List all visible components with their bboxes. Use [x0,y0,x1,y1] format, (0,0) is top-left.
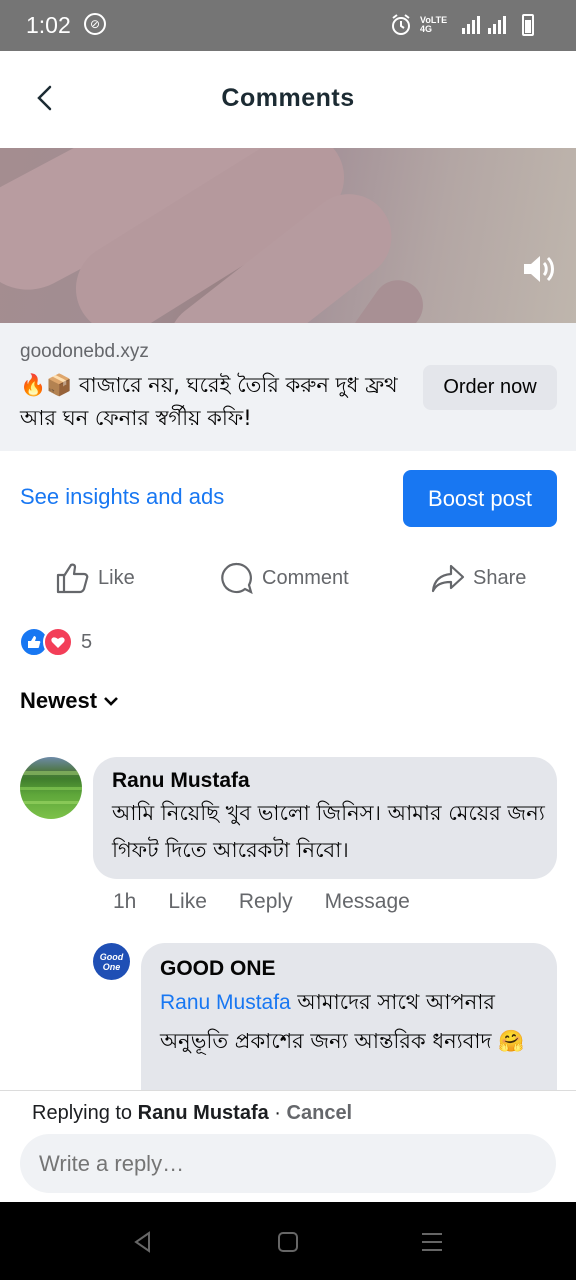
reply-text: Ranu Mustafa আমাদের সাথে আপনার অনুভূতি প… [160,983,540,1060]
like-button[interactable]: Like [56,560,135,596]
page-avatar-logo-text: Good One [99,951,124,972]
boost-post-button[interactable]: Boost post [403,470,557,527]
see-insights-link[interactable]: See insights and ads [20,484,224,510]
reply-mention[interactable]: Ranu Mustafa [160,991,291,1014]
ad-headline: 🔥📦 বাজারে নয়, ঘরেই তৈরি করুন দুধ ফ্রথ আ… [20,369,410,435]
header: Comments [0,51,576,148]
sort-dropdown[interactable]: Newest [20,688,119,714]
thumbs-up-icon [56,563,89,594]
comment-meta: 1h Like Reply Message [113,890,410,914]
status-bar: 1:02 ⊘ VoLTE 4G [0,0,576,51]
status-icons: VoLTE 4G [390,14,506,36]
comment-reply-button[interactable]: Reply [239,890,293,914]
reply-input[interactable] [20,1134,556,1193]
ad-domain: goodonebd.xyz [20,341,149,362]
sound-icon[interactable] [520,251,556,287]
order-now-button[interactable]: Order now [423,365,557,410]
system-nav-bar [0,1202,576,1280]
replying-name: Ranu Mustafa [137,1102,269,1124]
replying-prefix: Replying to [32,1102,138,1124]
chevron-down-icon [104,697,118,706]
comment-like-button[interactable]: Like [168,890,207,914]
signal-icon-2 [488,16,506,34]
sort-label: Newest [20,688,98,713]
share-button[interactable]: Share [431,560,526,596]
ad-panel[interactable]: goodonebd.xyz 🔥📦 বাজারে নয়, ঘরেই তৈরি ক… [0,323,576,451]
comment-icon [221,562,253,595]
network-label: VoLTE 4G [420,15,448,34]
page-title: Comments [221,84,355,112]
comment-bubble[interactable]: Ranu Mustafa আমি নিয়েছি খুব ভালো জিনিস।… [93,757,557,879]
share-icon [431,564,465,593]
share-label: Share [473,566,527,589]
ad-emojis: 🔥📦 [20,373,73,397]
like-label: Like [98,566,135,589]
nav-menu-icon[interactable] [421,1232,443,1252]
comment-button[interactable]: Comment [220,560,349,596]
reply-composer: Replying to Ranu Mustafa · Cancel [0,1090,576,1203]
signal-icon [462,16,480,34]
reply-author[interactable]: GOOD ONE [160,957,276,981]
comment-author[interactable]: Ranu Mustafa [112,769,250,793]
ad-headline-text: বাজারে নয়, ঘরেই তৈরি করুন দুধ ফ্রথ আর ঘ… [20,373,398,430]
page-avatar[interactable]: Good One [93,943,130,980]
alarm-icon [392,14,410,35]
nav-back-icon[interactable] [132,1231,154,1253]
replying-separator: · [268,1102,287,1124]
battery-icon [522,14,534,36]
reply-bubble[interactable]: GOOD ONE Ranu Mustafa আমাদের সাথে আপনার … [141,943,557,1090]
avatar[interactable] [20,757,82,819]
comment-time: 1h [113,890,137,913]
status-time: 1:02 [26,12,71,38]
reaction-count: 5 [81,630,93,653]
ad-video[interactable] [0,148,576,323]
nav-home-icon[interactable] [277,1231,299,1253]
do-not-disturb-icon: ⊘ [84,13,106,35]
cancel-reply-button[interactable]: Cancel [287,1102,353,1124]
comment-text: আমি নিয়েছি খুব ভালো জিনিস। আমার মেয়ের … [112,801,545,862]
reactions-summary[interactable]: 5 [19,627,92,657]
comment-message-button[interactable]: Message [325,890,410,914]
replying-to-label: Replying to Ranu Mustafa · Cancel [32,1102,352,1125]
love-reaction-icon [43,627,73,657]
comment-label: Comment [262,566,349,589]
